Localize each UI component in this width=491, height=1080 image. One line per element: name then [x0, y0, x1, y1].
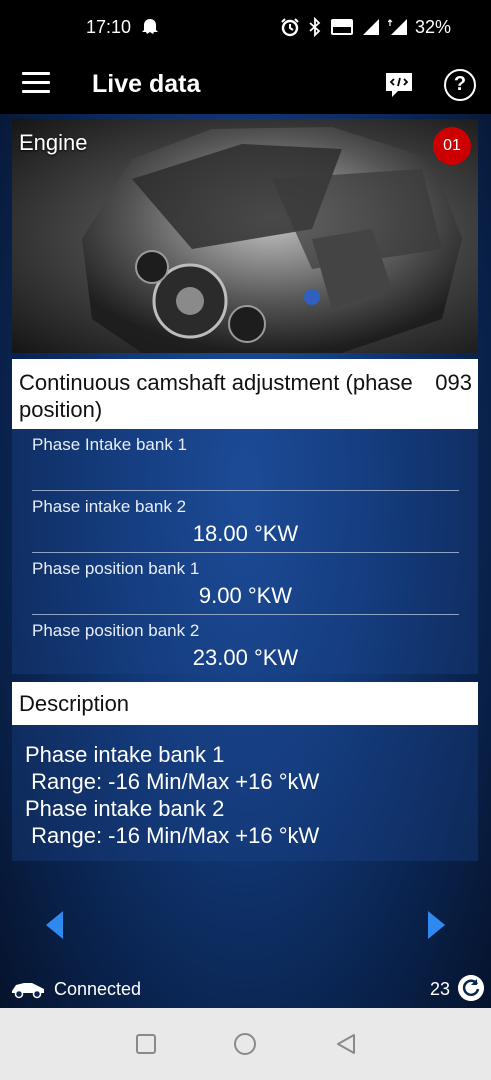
next-group-arrow-icon[interactable] — [428, 911, 445, 939]
description-line: Range: -16 Min/Max +16 °kW — [25, 823, 320, 848]
4g-signal-icon — [388, 19, 407, 35]
value-reading: 18.00 °KW — [192, 521, 299, 546]
recent-apps-icon[interactable] — [136, 1034, 156, 1054]
ghost-icon — [142, 19, 158, 34]
value-label: Phase position bank 2 — [32, 621, 200, 640]
value-label: Phase position bank 1 — [32, 559, 200, 578]
description-line: Range: -16 Min/Max +16 °kW — [25, 769, 320, 794]
description-line: Phase intake bank 1 — [25, 742, 225, 767]
value-reading: 9.00 °KW — [198, 583, 293, 608]
help-icon[interactable]: ? — [444, 69, 476, 101]
alarm-icon — [281, 18, 299, 37]
group-title: Continuous camshaft adjustment (phase po… — [19, 370, 413, 422]
bluetooth-icon — [309, 17, 321, 37]
description-title: Description — [19, 691, 130, 716]
code-icon[interactable] — [384, 70, 414, 100]
value-row: Phase position bank 2 23.00 °KW — [32, 615, 459, 677]
home-icon[interactable] — [234, 1033, 256, 1055]
system-navigation-bar — [0, 1008, 491, 1080]
description-header: Description — [12, 682, 478, 725]
status-time: 17:10 — [86, 17, 132, 37]
value-reading: 23.00 °KW — [192, 645, 299, 670]
value-row: Phase Intake bank 1 — [32, 429, 459, 491]
description-line: Phase intake bank 2 — [25, 796, 225, 821]
value-row: Phase position bank 1 9.00 °KW — [32, 553, 459, 615]
value-label: Phase Intake bank 1 — [32, 435, 188, 454]
refresh-icon[interactable] — [458, 975, 484, 1001]
car-icon — [12, 983, 44, 999]
volte-icon — [331, 19, 353, 35]
group-number: 093 — [435, 370, 472, 395]
engine-card[interactable]: Engine 01 — [12, 119, 478, 353]
ecu-address-badge: 01 — [433, 127, 471, 165]
menu-icon[interactable] — [22, 72, 50, 96]
group-header: Continuous camshaft adjustment (phase po… — [12, 359, 478, 429]
values-panel: Phase Intake bank 1 Phase intake bank 2 … — [12, 429, 478, 674]
sample-count: 23 — [430, 979, 451, 999]
back-icon[interactable] — [334, 1032, 358, 1056]
battery-level: 32% — [414, 17, 451, 37]
description-panel: Phase intake bank 1 Range: -16 Min/Max +… — [12, 725, 478, 861]
value-row: Phase intake bank 2 18.00 °KW — [32, 491, 459, 553]
engine-label: Engine — [19, 130, 88, 155]
page-title: Live data — [92, 70, 201, 98]
status-bar: 17:10 32% — [0, 0, 491, 56]
value-label: Phase intake bank 2 — [32, 497, 187, 516]
previous-group-arrow-icon[interactable] — [46, 911, 63, 939]
app-bar: Live data ? — [0, 56, 491, 114]
signal-icon — [363, 19, 379, 35]
connection-status: Connected — [54, 979, 142, 999]
